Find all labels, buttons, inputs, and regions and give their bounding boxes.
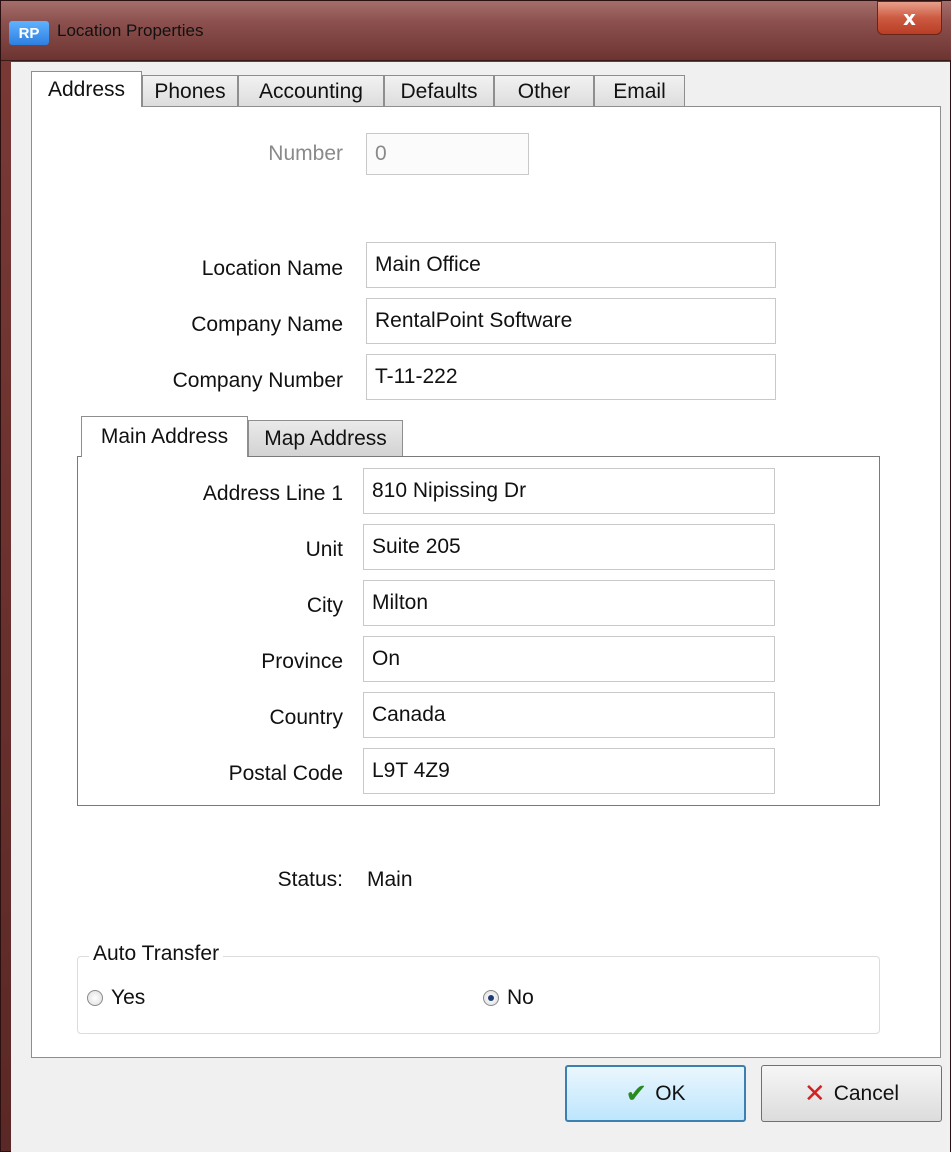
unit-field[interactable]: Suite 205 [363, 524, 775, 570]
status-label: Status: [277, 868, 343, 891]
unit-label: Unit [305, 538, 343, 561]
number-label: Number [268, 142, 343, 165]
auto-transfer-no-radio[interactable]: No [483, 986, 534, 1010]
cancel-button-label: Cancel [833, 1081, 900, 1105]
auto-transfer-no-label: No [507, 986, 534, 1009]
auto-transfer-title: Auto Transfer [89, 942, 224, 966]
address-line1-label: Address Line 1 [202, 482, 343, 505]
address-line1-field[interactable]: 810 Nipissing Dr [363, 468, 775, 514]
tab-map-address[interactable]: Map Address [248, 420, 403, 457]
close-button[interactable]: x [877, 1, 942, 35]
checkmark-icon: ✔ [625, 1078, 648, 1109]
dialog-client: Address Phones Accounting Defaults Other… [11, 62, 950, 1152]
tab-main-address[interactable]: Main Address [81, 416, 248, 457]
tab-email[interactable]: Email [594, 75, 685, 107]
country-field[interactable]: Canada [363, 692, 775, 738]
tab-defaults[interactable]: Defaults [384, 75, 494, 107]
company-name-label: Company Name [191, 313, 343, 336]
tab-other[interactable]: Other [494, 75, 594, 107]
auto-transfer-yes-radio[interactable]: Yes [87, 986, 145, 1010]
x-icon: ✕ [803, 1078, 826, 1109]
ok-button[interactable]: ✔ OK [565, 1065, 746, 1122]
number-field: 0 [366, 133, 529, 175]
tab-address[interactable]: Address [31, 71, 142, 107]
dialog-window: RP Location Properties x Address Phones … [0, 0, 951, 1152]
company-number-field[interactable]: T-11-222 [366, 354, 776, 400]
window-title: Location Properties [57, 21, 204, 40]
province-field[interactable]: On [363, 636, 775, 682]
city-field[interactable]: Milton [363, 580, 775, 626]
country-label: Country [269, 706, 343, 729]
tab-accounting[interactable]: Accounting [238, 75, 384, 107]
app-icon: RP [9, 21, 49, 45]
status-value: Main [367, 868, 413, 891]
postal-code-label: Postal Code [228, 762, 343, 785]
cancel-button[interactable]: ✕ Cancel [761, 1065, 942, 1122]
close-icon: x [903, 6, 916, 30]
city-label: City [306, 594, 343, 617]
location-name-label: Location Name [201, 257, 343, 280]
auto-transfer-group [77, 956, 880, 1034]
ok-button-label: OK [655, 1081, 686, 1105]
company-name-field[interactable]: RentalPoint Software [366, 298, 776, 344]
company-number-label: Company Number [172, 369, 343, 392]
province-label: Province [261, 650, 343, 673]
postal-code-field[interactable]: L9T 4Z9 [363, 748, 775, 794]
location-name-field[interactable]: Main Office [366, 242, 776, 288]
title-bar[interactable]: RP Location Properties x [1, 1, 951, 61]
radio-checked-icon [483, 990, 499, 1006]
auto-transfer-yes-label: Yes [111, 986, 146, 1009]
tab-phones[interactable]: Phones [142, 75, 238, 107]
radio-unchecked-icon [87, 990, 103, 1006]
